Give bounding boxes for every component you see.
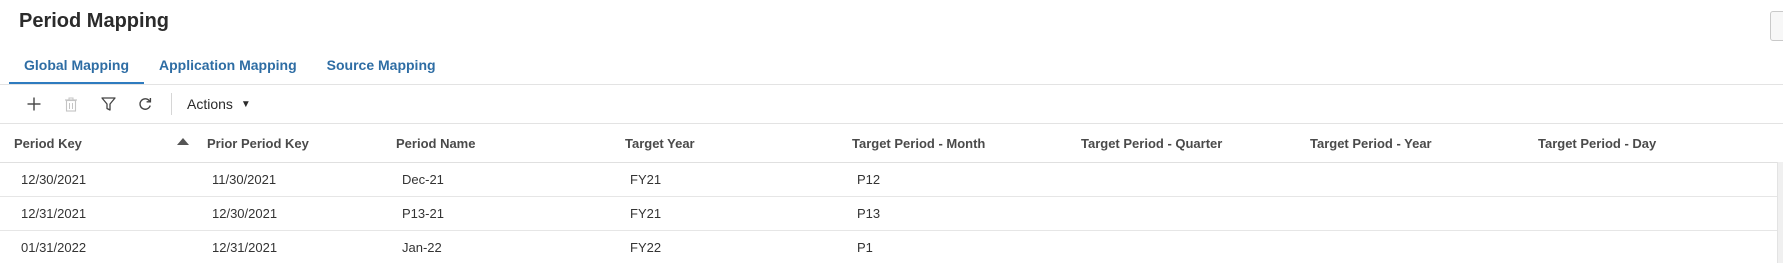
cell-period-key: 12/30/2021 — [21, 172, 87, 187]
cell-target-period-month: P13 — [857, 206, 881, 221]
cell-prior-period-key: 12/31/2021 — [212, 240, 278, 255]
cell-target-period-month: P1 — [857, 240, 873, 255]
column-header-target-period-quarter[interactable]: Target Period - Quarter — [1081, 124, 1222, 162]
period-mapping-page: Period Mapping Global Mapping Applicatio… — [0, 0, 1783, 263]
cell-target-year: FY21 — [630, 172, 662, 187]
sort-ascending-icon[interactable] — [177, 138, 189, 145]
tab-global-mapping[interactable]: Global Mapping — [9, 48, 144, 85]
table-row[interactable]: 01/31/2022 12/31/2021 Jan-22 FY22 P1 — [0, 231, 1783, 263]
column-header-prior-period-key[interactable]: Prior Period Key — [207, 124, 309, 162]
filter-icon[interactable] — [94, 90, 122, 118]
column-header-period-key[interactable]: Period Key — [14, 124, 82, 162]
cell-target-year: FY22 — [630, 240, 662, 255]
cell-period-key: 12/31/2021 — [21, 206, 87, 221]
cell-period-key: 01/31/2022 — [21, 240, 87, 255]
actions-menu-button[interactable]: Actions ▼ — [187, 90, 251, 118]
table-row[interactable]: 12/31/2021 12/30/2021 P13-21 FY21 P13 — [0, 197, 1783, 231]
cell-period-name: Jan-22 — [402, 240, 442, 255]
vertical-scrollbar[interactable] — [1777, 162, 1783, 263]
column-header-target-period-year[interactable]: Target Period - Year — [1310, 124, 1432, 162]
column-header-target-year[interactable]: Target Year — [625, 124, 695, 162]
mapping-tabs: Global Mapping Application Mapping Sourc… — [9, 48, 451, 85]
cell-period-name: Dec-21 — [402, 172, 444, 187]
toolbar-separator — [171, 93, 172, 115]
period-mapping-grid: Period Key Prior Period Key Period Name … — [0, 124, 1783, 263]
actions-label: Actions — [187, 96, 233, 112]
column-header-period-name[interactable]: Period Name — [396, 124, 475, 162]
cell-target-year: FY21 — [630, 206, 662, 221]
tab-application-mapping[interactable]: Application Mapping — [144, 48, 312, 85]
page-corner-button[interactable] — [1770, 11, 1783, 41]
caret-down-icon: ▼ — [240, 98, 251, 110]
tab-source-mapping[interactable]: Source Mapping — [312, 48, 451, 85]
cell-target-period-month: P12 — [857, 172, 881, 187]
cell-period-name: P13-21 — [402, 206, 444, 221]
add-icon[interactable] — [20, 90, 48, 118]
refresh-icon[interactable] — [131, 90, 159, 118]
column-header-target-period-month[interactable]: Target Period - Month — [852, 124, 985, 162]
cell-prior-period-key: 12/30/2021 — [212, 206, 278, 221]
cell-prior-period-key: 11/30/2021 — [212, 172, 277, 187]
grid-header-row: Period Key Prior Period Key Period Name … — [0, 124, 1783, 163]
page-title: Period Mapping — [19, 10, 169, 32]
delete-icon[interactable] — [57, 90, 85, 118]
column-header-target-period-day[interactable]: Target Period - Day — [1538, 124, 1656, 162]
tabs-divider — [0, 84, 1783, 85]
table-row[interactable]: 12/30/2021 11/30/2021 Dec-21 FY21 P12 — [0, 163, 1783, 197]
grid-toolbar: Actions ▼ — [20, 90, 251, 118]
